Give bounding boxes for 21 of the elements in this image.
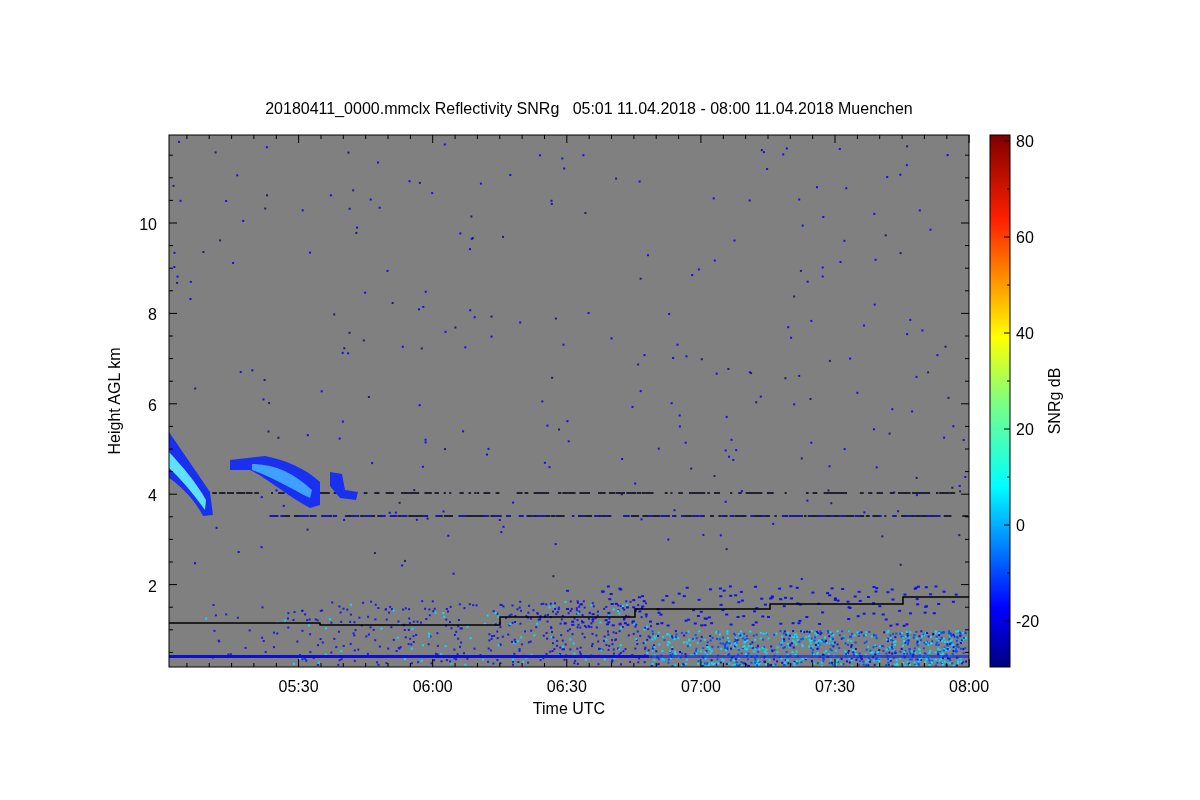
colorbar-tick-label: -20 bbox=[1016, 613, 1040, 630]
y-tick-label: 6 bbox=[148, 396, 157, 414]
colorbar-tick-label: 0 bbox=[1016, 517, 1025, 534]
y-tick-label: 2 bbox=[148, 577, 157, 595]
colorbar-tick-label: 20 bbox=[1016, 421, 1034, 438]
x-tick-label: 06:30 bbox=[546, 678, 587, 695]
colorbar-label: SNRg dB bbox=[1046, 367, 1063, 435]
x-tick-label: 07:00 bbox=[680, 678, 721, 695]
x-axis-label: Time UTC bbox=[532, 700, 606, 717]
x-tick-label: 08:00 bbox=[949, 678, 990, 695]
chart-title: 20180411_0000.mmclx Reflectivity SNRg 05:01 11.04.2018 - 08:00 11.04.2018 Muenchen bbox=[265, 100, 913, 117]
colorbar-tick-label: 60 bbox=[1016, 229, 1034, 246]
x-tick-label: 06:00 bbox=[412, 678, 453, 695]
y-tick-label: 4 bbox=[148, 487, 157, 505]
colorbar-tick-label: 40 bbox=[1016, 325, 1034, 342]
colorbar-tick-label: 80 bbox=[1016, 133, 1034, 150]
y-tick-label: 8 bbox=[148, 306, 157, 324]
y-axis-label: Height AGL km bbox=[106, 347, 123, 455]
y-tick-label: 10 bbox=[139, 216, 157, 233]
x-tick-label: 07:30 bbox=[815, 678, 855, 695]
x-tick-label: 05:30 bbox=[278, 678, 319, 695]
